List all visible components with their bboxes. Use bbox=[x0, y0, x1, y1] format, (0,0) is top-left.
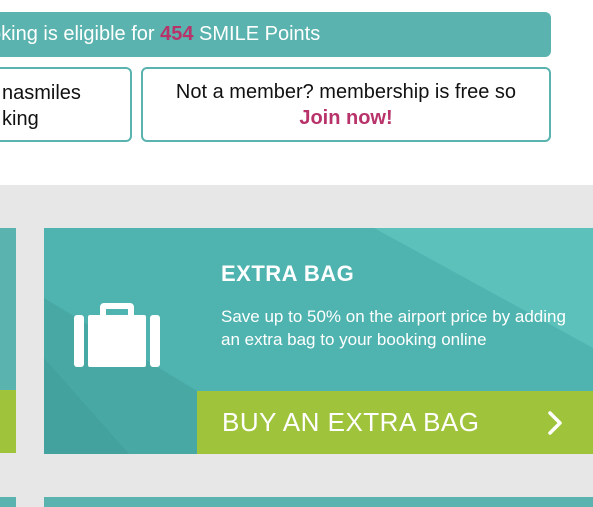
buy-extra-bag-button[interactable]: BUY AN EXTRA BAG bbox=[197, 391, 593, 454]
previous-promo-button[interactable] bbox=[0, 390, 16, 453]
next-promo-panel bbox=[44, 497, 593, 507]
points-prefix: oking is eligible for bbox=[0, 23, 155, 45]
promo-description: Save up to 50% on the airport price by a… bbox=[221, 307, 566, 349]
join-now-link[interactable]: Join now! bbox=[143, 105, 549, 131]
points-eligibility-text: oking is eligible for 454 SMILE Points bbox=[0, 12, 320, 57]
next-promo-panel-left bbox=[0, 497, 16, 507]
member-card-line-1: nasmiles bbox=[2, 82, 81, 104]
suitcase-icon bbox=[74, 303, 160, 367]
member-login-card[interactable]: nasmiles king bbox=[0, 67, 132, 142]
extra-bag-promo-card: EXTRA BAG Save up to 50% on the airport … bbox=[44, 228, 593, 454]
buy-extra-bag-label: BUY AN EXTRA BAG bbox=[222, 407, 480, 437]
points-eligibility-banner: oking is eligible for 454 SMILE Points bbox=[0, 12, 551, 57]
member-card-line-2: king bbox=[2, 108, 39, 130]
membership-signup-card: Not a member? membership is free so Join… bbox=[141, 67, 551, 142]
previous-promo-panel bbox=[0, 228, 16, 390]
points-value: 454 bbox=[160, 23, 194, 45]
chevron-right-icon bbox=[548, 411, 562, 435]
points-suffix: SMILE Points bbox=[199, 23, 321, 45]
promo-title: EXTRA BAG bbox=[221, 261, 355, 286]
signup-text: Not a member? membership is free so bbox=[175, 81, 517, 103]
